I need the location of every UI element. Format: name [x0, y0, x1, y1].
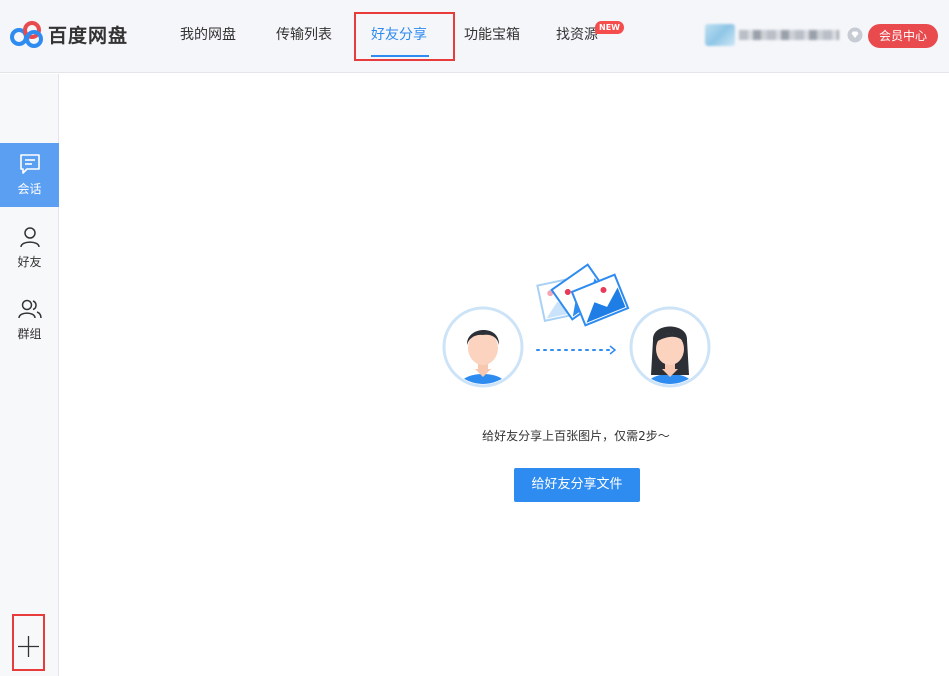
person-icon [19, 227, 40, 248]
add-button[interactable] [12, 614, 45, 671]
plus-icon [18, 636, 39, 657]
nav-my-disk[interactable]: 我的网盘 [180, 25, 236, 45]
sidebar-item-label: 好友 [17, 255, 42, 269]
chat-icon [19, 154, 40, 174]
nav-find-resources[interactable]: 找资源 [556, 25, 598, 45]
photos-icon [536, 263, 630, 327]
nav-toolbox[interactable]: 功能宝箱 [464, 25, 520, 45]
app-logo[interactable]: 百度网盘 [10, 20, 128, 48]
top-bar: 百度网盘 我的网盘 传输列表 好友分享 功能宝箱 找资源 NEW 会员中心 [0, 0, 949, 73]
sidebar-item-friends[interactable]: 好友 [0, 216, 59, 280]
app-name: 百度网盘 [48, 24, 129, 47]
diamond-icon [847, 27, 863, 43]
cloud-logo-icon [10, 21, 43, 48]
sidebar: 会话 好友 群组 [0, 74, 59, 676]
sidebar-item-label: 群组 [17, 327, 42, 341]
female-avatar-icon [629, 306, 711, 388]
sidebar-item-label: 会话 [17, 182, 42, 196]
share-files-button[interactable]: 给好友分享文件 [514, 468, 640, 502]
male-avatar-icon [442, 306, 524, 388]
sidebar-item-groups[interactable]: 群组 [0, 288, 59, 352]
username-blurred [739, 30, 839, 40]
new-badge: NEW [595, 21, 624, 34]
sidebar-item-chats[interactable]: 会话 [0, 143, 59, 207]
user-profile[interactable] [705, 24, 863, 46]
group-icon [17, 299, 42, 319]
share-illustration [442, 263, 711, 388]
highlight-box-friend-share [354, 12, 455, 61]
nav-transfer-list[interactable]: 传输列表 [276, 25, 332, 45]
empty-state-message: 给好友分享上百张图片，仅需2步～ [482, 429, 670, 443]
avatar [705, 24, 735, 46]
vip-center-button[interactable]: 会员中心 [868, 24, 938, 48]
arrow-right-icon [536, 345, 617, 355]
